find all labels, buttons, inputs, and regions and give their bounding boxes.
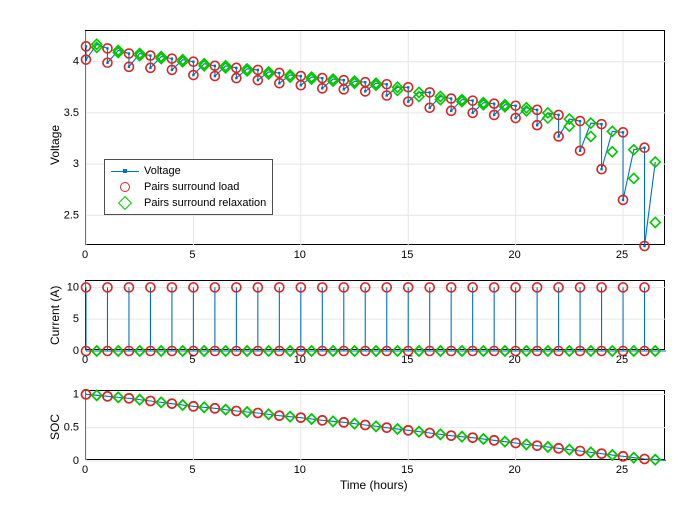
svg-text:0: 0 bbox=[73, 455, 79, 467]
legend-row-load: Pairs surround load bbox=[111, 179, 266, 195]
svg-text:10: 10 bbox=[294, 249, 306, 261]
svg-text:0: 0 bbox=[73, 345, 79, 357]
figure: Voltage Pairs surround load Pairs surrou… bbox=[0, 0, 700, 525]
svg-text:25: 25 bbox=[616, 464, 628, 476]
voltage-ylabel: Voltage bbox=[48, 125, 62, 165]
current-plot bbox=[86, 281, 664, 349]
svg-text:25: 25 bbox=[616, 249, 628, 261]
soc-plot bbox=[86, 391, 664, 459]
voltage-axes: Voltage Pairs surround load Pairs surrou… bbox=[85, 30, 665, 245]
svg-text:1: 1 bbox=[73, 388, 79, 400]
svg-text:10: 10 bbox=[67, 281, 79, 293]
soc-axes bbox=[85, 390, 665, 460]
svg-text:15: 15 bbox=[401, 249, 413, 261]
svg-text:10: 10 bbox=[294, 464, 306, 476]
svg-text:20: 20 bbox=[509, 464, 521, 476]
svg-text:0.5: 0.5 bbox=[64, 422, 79, 434]
legend-label: Pairs surround relaxation bbox=[144, 195, 266, 211]
soc-ylabel: SOC bbox=[48, 414, 62, 440]
svg-text:4: 4 bbox=[73, 56, 79, 68]
xlabel: Time (hours) bbox=[340, 478, 408, 492]
legend: Voltage Pairs surround load Pairs surrou… bbox=[104, 159, 273, 215]
legend-row-voltage: Voltage bbox=[111, 163, 266, 179]
current-ylabel: Current (A) bbox=[48, 286, 62, 345]
legend-label: Pairs surround load bbox=[144, 179, 239, 195]
svg-text:0: 0 bbox=[82, 249, 88, 261]
svg-text:5: 5 bbox=[189, 464, 195, 476]
svg-text:20: 20 bbox=[509, 249, 521, 261]
svg-text:5: 5 bbox=[189, 249, 195, 261]
red-circle-icon bbox=[111, 180, 139, 194]
legend-label: Voltage bbox=[144, 163, 181, 179]
svg-text:15: 15 bbox=[401, 464, 413, 476]
current-axes bbox=[85, 280, 665, 350]
legend-row-relax: Pairs surround relaxation bbox=[111, 195, 266, 211]
voltage-line-icon bbox=[111, 164, 139, 178]
svg-text:2.5: 2.5 bbox=[64, 209, 79, 221]
svg-text:5: 5 bbox=[73, 313, 79, 325]
green-diamond-icon bbox=[111, 196, 139, 210]
svg-text:3: 3 bbox=[73, 158, 79, 170]
svg-text:3.5: 3.5 bbox=[64, 107, 79, 119]
svg-text:0: 0 bbox=[82, 464, 88, 476]
